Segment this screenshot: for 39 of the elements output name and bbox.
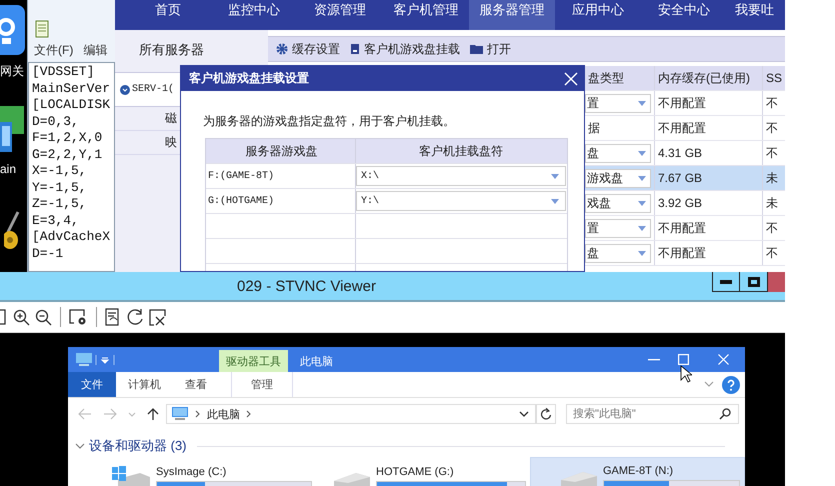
window-title: 此电脑 [300,354,333,370]
table-cell: 不用配置 [655,216,763,240]
icon-label: ain [0,162,16,176]
column-header: 服务器游戏盘 [206,139,356,163]
table-cell: 不用配置 [655,241,763,265]
table-cell-text: 未 [765,194,779,212]
table-cell: 4.31 GB [655,141,763,165]
table-cell-text: 不 [765,94,779,112]
column-header: 客户机挂载盘符 [418,142,504,160]
table-cell: G:(HOTGAME) [206,189,356,213]
text-line: [AdvCacheX [32,229,112,246]
text-line: D=0,3, [32,114,80,130]
text-line: Z=-1,5, [32,196,88,212]
table-cell: 7.67 GB [655,166,763,190]
table-cell-text: 不 [765,120,779,136]
drive-name: GAME-8T (N:) [603,465,674,477]
icon-label: 网关 [0,63,24,80]
text-line: E=3,4, [32,212,80,229]
table-cell: 不用配置 [655,116,763,140]
text-line: [VDSSET] [32,64,96,80]
drive-name: HOTGAME (G:) [376,466,455,478]
text-line: G=2,2,Y,1 [32,146,104,163]
table-cell: 不用配置 [655,91,763,115]
text-line: F=1,2,X,0 [32,130,104,146]
table-cell: 3.92 GB [655,191,763,215]
instruction-text: 为服务器的游戏盘指定盘符，用于客户机挂载。 [203,113,456,130]
table-cell-text: 未 [765,170,779,186]
table-cell: F:(GAME-8T) [206,164,356,188]
text-line: D=-1 [32,246,64,262]
text-line: X=-1,5, [32,163,88,180]
dialog-title: 客户机游戏盘挂载设置 [189,70,309,87]
drive-name: SysImage (C:) [156,466,228,478]
text-line: [LOCALDISK [32,97,112,114]
text-line: MainSerVer [32,80,112,97]
table-cell-text: 不 [765,144,779,162]
window-title: 029 - STVNC Viewer [237,278,376,295]
table-cell-text: 不 [765,220,779,236]
table-cell-text: 不 [765,244,779,262]
text-line: Y=-1,5, [32,180,88,196]
